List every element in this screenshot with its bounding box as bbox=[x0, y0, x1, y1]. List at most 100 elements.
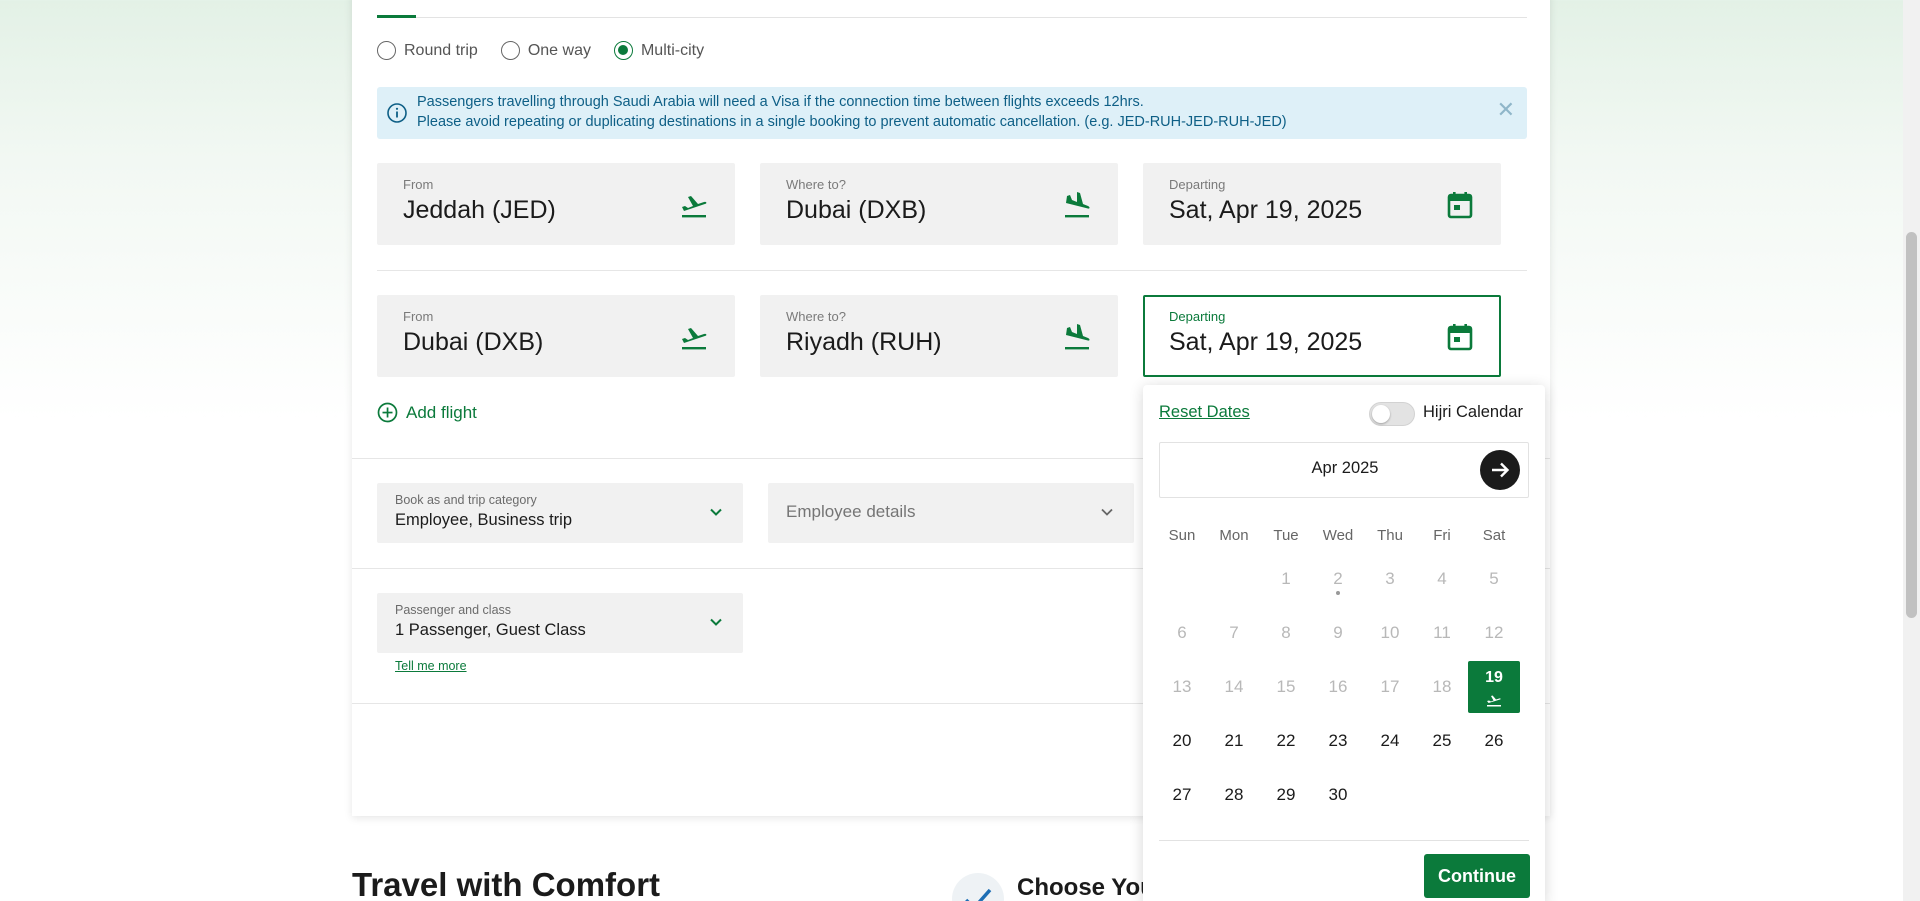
field-value: Sat, Apr 19, 2025 bbox=[1169, 196, 1363, 224]
calendar-day[interactable]: 24 bbox=[1364, 715, 1416, 767]
radio-circle-icon bbox=[500, 41, 520, 60]
travel-heading: Travel with Comfort bbox=[352, 866, 661, 901]
calendar-day[interactable]: 23 bbox=[1312, 715, 1364, 767]
calendar-icon bbox=[1447, 192, 1473, 219]
to-field-1[interactable]: Where to? Dubai (DXB) bbox=[760, 163, 1118, 245]
radio-label: One way bbox=[527, 41, 591, 59]
calendar-divider bbox=[1159, 840, 1529, 841]
check-icon bbox=[952, 873, 1004, 901]
calendar-day-selected[interactable]: 19 bbox=[1468, 661, 1520, 713]
chevron-down-icon bbox=[710, 618, 722, 626]
plane-takeoff-icon bbox=[1487, 695, 1501, 707]
month-header: Apr 2025 bbox=[1159, 442, 1529, 498]
plane-takeoff-icon bbox=[682, 196, 707, 218]
field-label: From bbox=[403, 309, 434, 324]
info-line-1: Passengers travelling through Saudi Arab… bbox=[417, 94, 1144, 110]
calendar-day: 12 bbox=[1484, 623, 1504, 642]
field-value: Jeddah (JED) bbox=[403, 196, 556, 224]
month-title: Apr 2025 bbox=[1311, 459, 1379, 477]
hijri-label: Hijri Calendar bbox=[1423, 403, 1523, 421]
calendar-day: 13 bbox=[1172, 677, 1192, 696]
calendar-day: 14 bbox=[1224, 677, 1244, 696]
hijri-toggle[interactable] bbox=[1369, 402, 1415, 426]
add-flight-button[interactable]: Add flight bbox=[377, 402, 477, 423]
dropdown-value: Employee, Business trip bbox=[395, 511, 572, 529]
employee-details-dropdown[interactable]: Employee details bbox=[768, 483, 1134, 543]
tell-me-more-link[interactable]: Tell me more bbox=[395, 659, 467, 673]
field-label: From bbox=[403, 177, 434, 192]
dropdown-label: Book as and trip category bbox=[395, 493, 537, 507]
to-field-2[interactable]: Where to? Riyadh (RUH) bbox=[760, 295, 1118, 377]
calendar-day: 8 bbox=[1281, 623, 1291, 642]
passenger-class-dropdown[interactable]: Passenger and class 1 Passenger, Guest C… bbox=[377, 593, 743, 653]
weekday-label: Sun bbox=[1168, 527, 1196, 544]
dropdown-placeholder: Employee details bbox=[786, 502, 916, 521]
field-label: Departing bbox=[1169, 177, 1226, 192]
radio-multi-city[interactable]: Multi-city bbox=[613, 41, 704, 60]
scrollbar[interactable] bbox=[1903, 0, 1920, 901]
departing-field-2[interactable]: Departing Sat, Apr 19, 2025 bbox=[1143, 295, 1501, 377]
calendar-icon bbox=[1447, 324, 1473, 351]
weekday-label: Fri bbox=[1433, 527, 1451, 544]
plane-landing-icon bbox=[1065, 192, 1090, 218]
calendar-day: 16 bbox=[1328, 677, 1348, 696]
calendar-day[interactable]: 22 bbox=[1260, 715, 1312, 767]
calendar-day[interactable]: 21 bbox=[1208, 715, 1260, 767]
continue-button[interactable]: Continue bbox=[1424, 854, 1530, 898]
field-label: Where to? bbox=[786, 177, 846, 192]
info-icon bbox=[387, 103, 407, 123]
field-value: Dubai (DXB) bbox=[403, 328, 544, 356]
today-indicator bbox=[1336, 591, 1340, 595]
chevron-down-icon bbox=[710, 508, 722, 516]
reset-dates-link[interactable]: Reset Dates bbox=[1159, 403, 1250, 422]
plane-landing-icon bbox=[1065, 324, 1090, 350]
weekday-label: Mon bbox=[1219, 527, 1249, 544]
date-picker-popup: Reset Dates Hijri Calendar Apr 2025 Sun M… bbox=[1143, 385, 1545, 901]
calendar-day: 2 bbox=[1312, 553, 1364, 605]
field-value: Riyadh (RUH) bbox=[786, 328, 942, 356]
calendar-day: 7 bbox=[1229, 623, 1239, 642]
radio-one-way[interactable]: One way bbox=[500, 41, 591, 60]
tab-divider bbox=[377, 17, 1527, 18]
from-field-2[interactable]: From Dubai (DXB) bbox=[377, 295, 735, 377]
calendar-day[interactable]: 20 bbox=[1156, 715, 1208, 767]
calendar-day: 4 bbox=[1437, 569, 1447, 588]
radio-circle-icon bbox=[377, 41, 396, 60]
scrollbar-thumb[interactable] bbox=[1906, 232, 1917, 618]
calendar-day: 3 bbox=[1385, 569, 1395, 588]
dropdown-value: 1 Passenger, Guest Class bbox=[395, 621, 586, 639]
radio-round-trip[interactable]: Round trip bbox=[377, 41, 478, 60]
trip-category-dropdown[interactable]: Book as and trip category Employee, Busi… bbox=[377, 483, 743, 543]
close-icon[interactable]: ✕ bbox=[1497, 97, 1515, 123]
calendar-day: 17 bbox=[1380, 677, 1400, 696]
calendar-day[interactable]: 30 bbox=[1312, 769, 1364, 821]
next-month-button[interactable] bbox=[1480, 450, 1520, 490]
plus-circle-icon bbox=[377, 402, 398, 423]
departing-field-1[interactable]: Departing Sat, Apr 19, 2025 bbox=[1143, 163, 1501, 245]
choose-heading: Choose You bbox=[1017, 874, 1155, 901]
weekday-label: Thu bbox=[1377, 527, 1403, 544]
calendar-day: 18 bbox=[1432, 677, 1452, 696]
calendar-day: 10 bbox=[1380, 623, 1400, 642]
calendar-day: 5 bbox=[1489, 569, 1499, 588]
weekday-label: Tue bbox=[1273, 527, 1299, 544]
active-tab-indicator bbox=[377, 15, 416, 18]
calendar-day[interactable]: 26 bbox=[1468, 715, 1520, 767]
from-field-1[interactable]: From Jeddah (JED) bbox=[377, 163, 735, 245]
calendar-day: 15 bbox=[1276, 677, 1296, 696]
calendar-day[interactable]: 27 bbox=[1156, 769, 1208, 821]
calendar-day: 1 bbox=[1281, 569, 1291, 588]
calendar-day[interactable]: 25 bbox=[1416, 715, 1468, 767]
calendar-day[interactable]: 29 bbox=[1260, 769, 1312, 821]
info-line-2: Please avoid repeating or duplicating de… bbox=[417, 114, 1287, 130]
plane-takeoff-icon bbox=[682, 328, 707, 350]
arrow-right-icon bbox=[1492, 462, 1510, 478]
calendar-day: 9 bbox=[1333, 623, 1343, 642]
weekday-label: Wed bbox=[1322, 527, 1354, 544]
weekday-label: Sat bbox=[1482, 527, 1506, 544]
calendar-day[interactable]: 28 bbox=[1208, 769, 1260, 821]
calendar-day: 6 bbox=[1177, 623, 1187, 642]
chevron-down-icon bbox=[1101, 508, 1113, 516]
add-flight-label: Add flight bbox=[406, 402, 477, 422]
field-label: Where to? bbox=[786, 309, 846, 324]
